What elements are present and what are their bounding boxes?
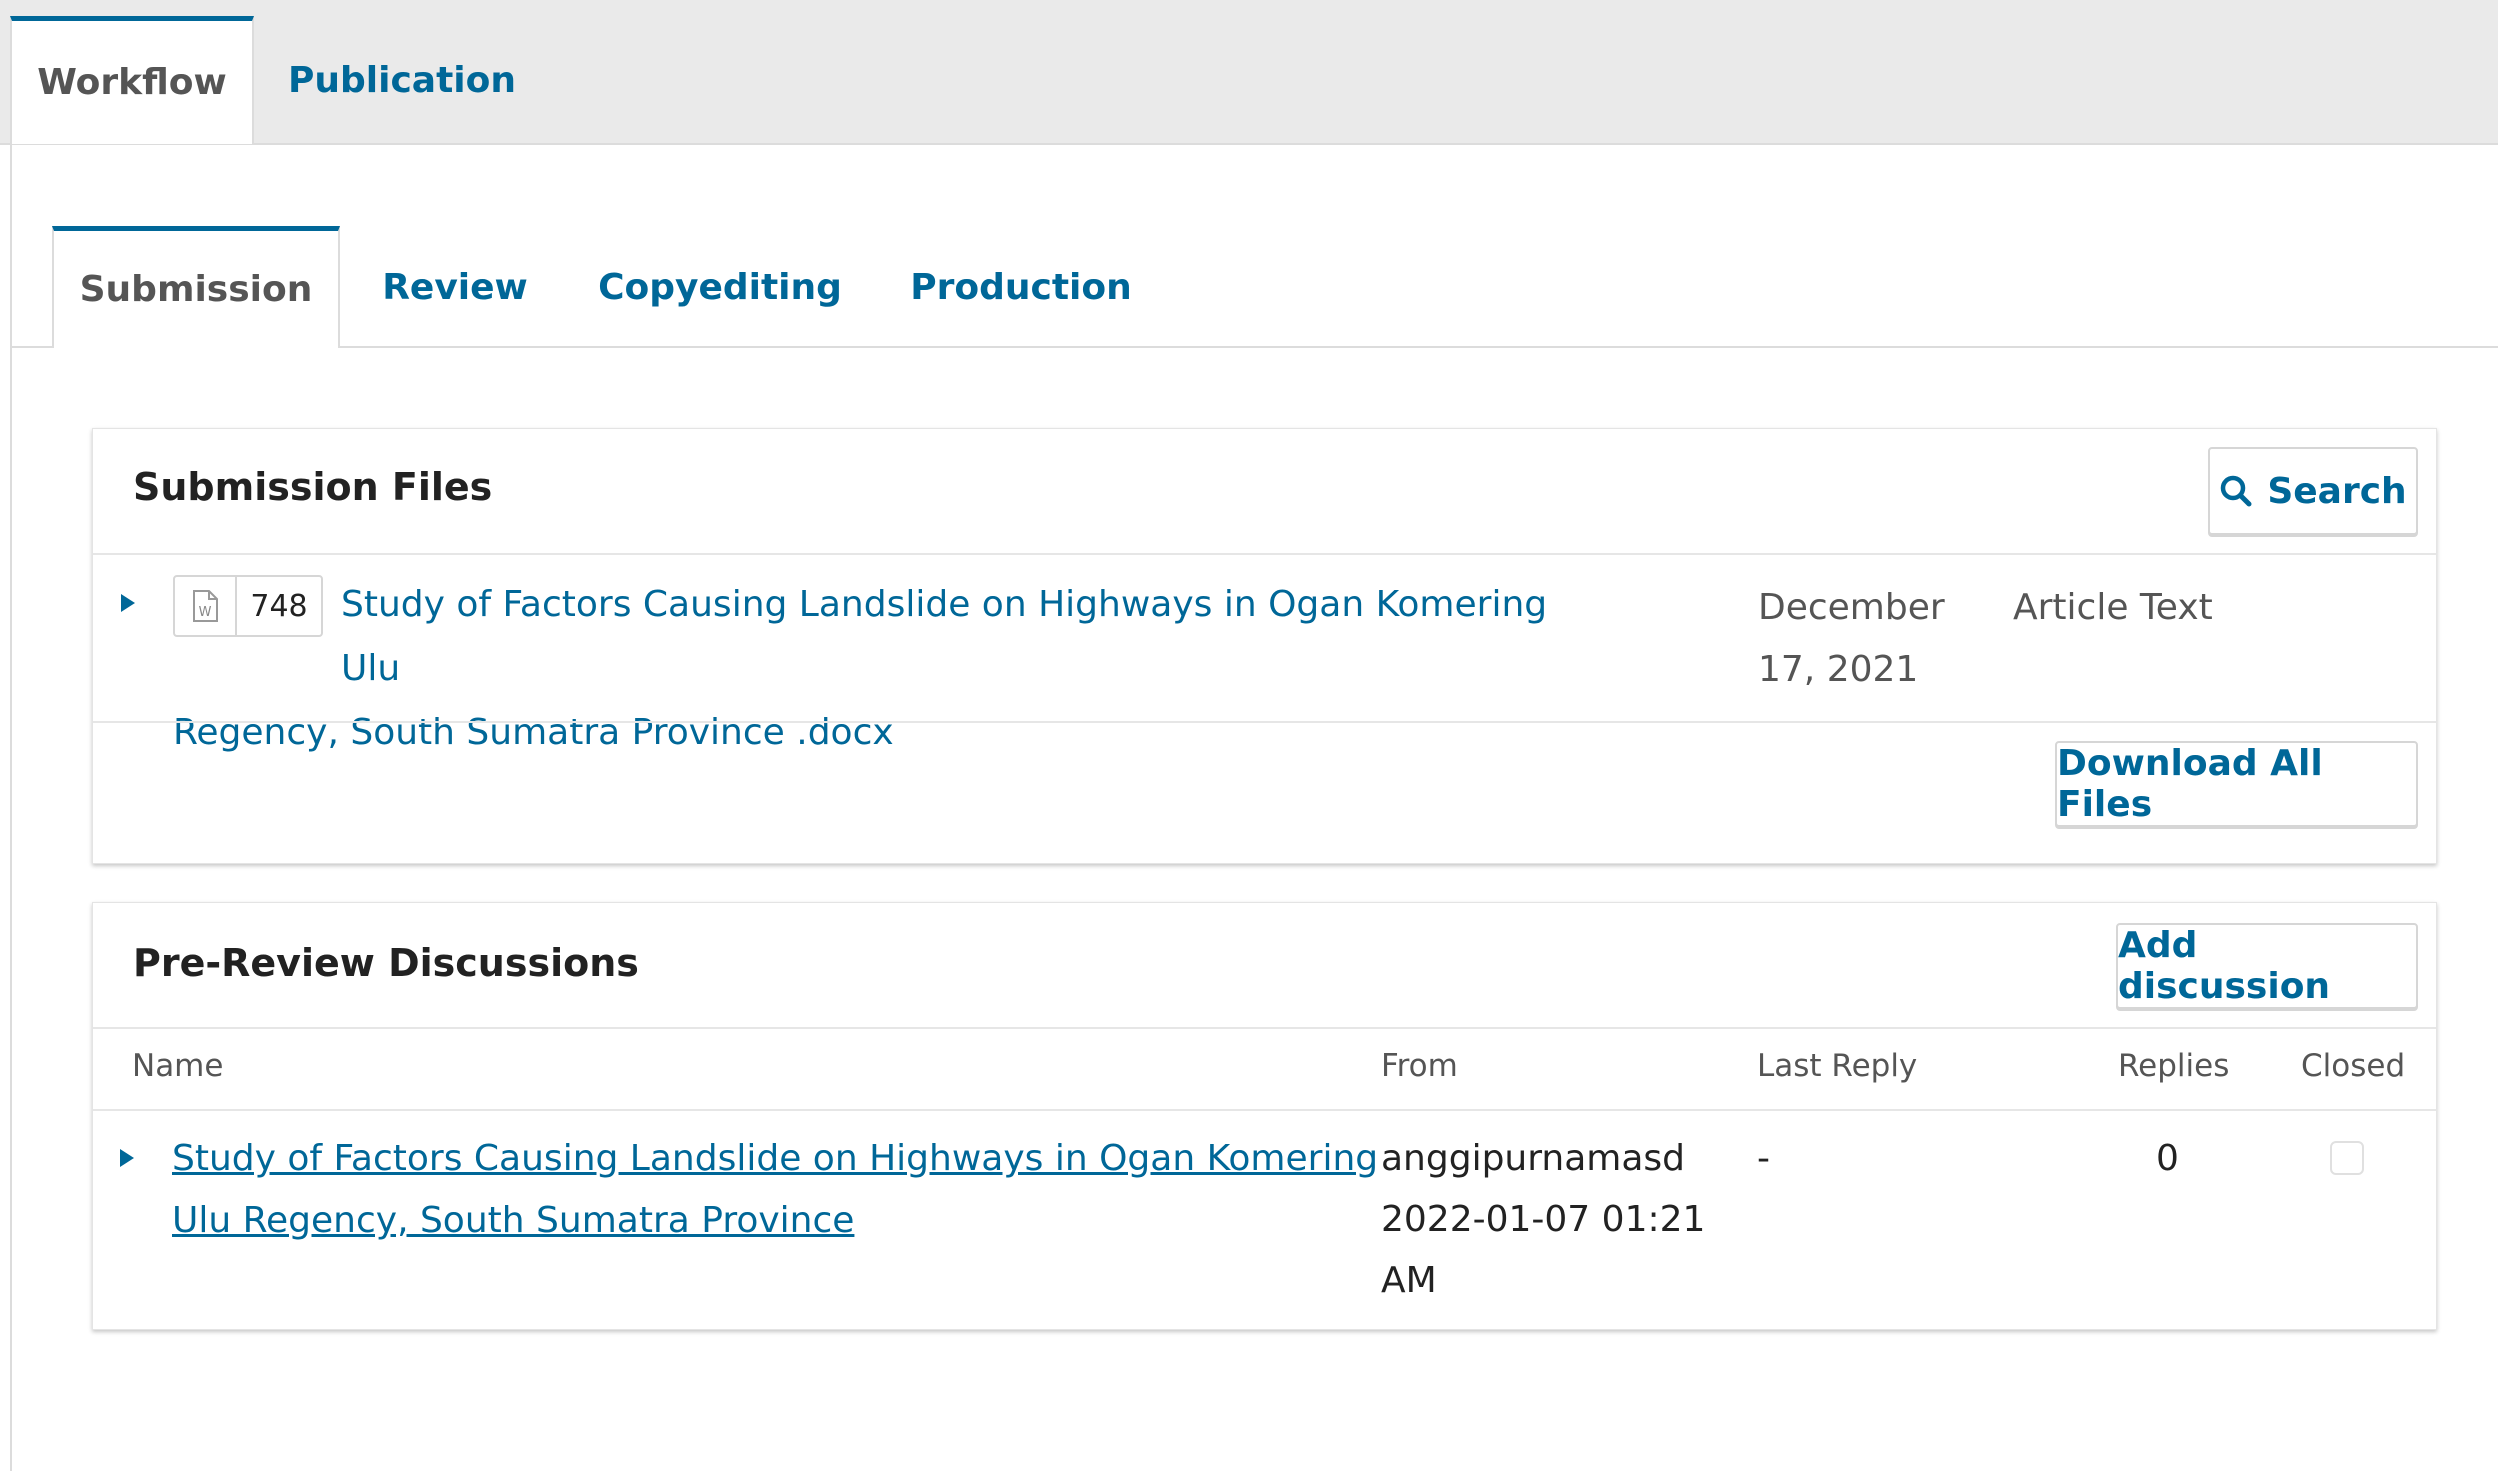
file-genre: Article Text: [2013, 587, 2213, 628]
file-date-line2: 17, 2021: [1758, 649, 1919, 690]
tab-copyediting[interactable]: Copyediting: [590, 226, 850, 348]
column-header-from: From: [1381, 1048, 1458, 1084]
discussion-last-reply: -: [1757, 1138, 1770, 1179]
file-name-line2: Regency, South Sumatra Province .docx: [173, 712, 894, 753]
divider: [93, 1109, 2436, 1111]
search-icon: [2221, 475, 2252, 507]
column-header-name: Name: [132, 1048, 224, 1084]
discussion-from-user: anggipurnamasd: [1381, 1138, 1686, 1179]
discussion-replies-count: 0: [2156, 1138, 2179, 1179]
column-header-replies: Replies: [2118, 1048, 2230, 1084]
search-button[interactable]: Search: [2208, 447, 2418, 535]
divider: [93, 721, 2436, 723]
expand-row-icon[interactable]: [121, 594, 135, 612]
file-name-link[interactable]: Study of Factors Causing Landslide on Hi…: [173, 573, 1573, 765]
tab-publication[interactable]: Publication: [282, 16, 522, 144]
tab-production[interactable]: Production: [896, 226, 1146, 348]
left-border: [10, 143, 12, 1471]
search-button-label: Search: [2267, 470, 2407, 512]
file-date-line1: December: [1758, 587, 1945, 628]
divider: [93, 1027, 2436, 1029]
discussion-closed-checkbox[interactable]: [2330, 1141, 2364, 1175]
download-all-files-button[interactable]: Download All Files: [2055, 741, 2418, 827]
pre-review-discussions-title: Pre-Review Discussions: [133, 941, 639, 985]
discussion-title-line1: Study of Factors Causing Landslide on Hi…: [172, 1138, 1379, 1179]
column-header-last-reply: Last Reply: [1757, 1048, 1918, 1084]
tab-workflow[interactable]: Workflow: [10, 16, 254, 144]
discussion-from: anggipurnamasd 2022-01-07 01:21 AM: [1381, 1128, 1705, 1311]
discussion-from-time: AM: [1381, 1260, 1437, 1301]
pre-review-discussions-panel: Pre-Review Discussions Add discussion: [92, 902, 2437, 1330]
submission-files-title: Submission Files: [133, 465, 493, 509]
divider: [93, 553, 2436, 555]
tab-review[interactable]: Review: [370, 226, 540, 348]
tab-submission[interactable]: Submission: [52, 226, 340, 348]
submission-files-panel: Submission Files Search W 748 Study of F…: [92, 428, 2437, 864]
discussion-title-link[interactable]: Study of Factors Causing Landslide on Hi…: [172, 1128, 1378, 1252]
add-discussion-button[interactable]: Add discussion: [2116, 923, 2418, 1009]
discussion-from-date: 2022-01-07 01:21: [1381, 1199, 1706, 1240]
discussion-title-line2: Ulu Regency, South Sumatra Province: [172, 1200, 855, 1241]
file-date: December 17, 2021: [1758, 577, 1945, 701]
column-header-closed: Closed: [2301, 1048, 2406, 1084]
expand-row-icon[interactable]: [120, 1149, 134, 1167]
file-name-line1: Study of Factors Causing Landslide on Hi…: [341, 584, 1548, 689]
